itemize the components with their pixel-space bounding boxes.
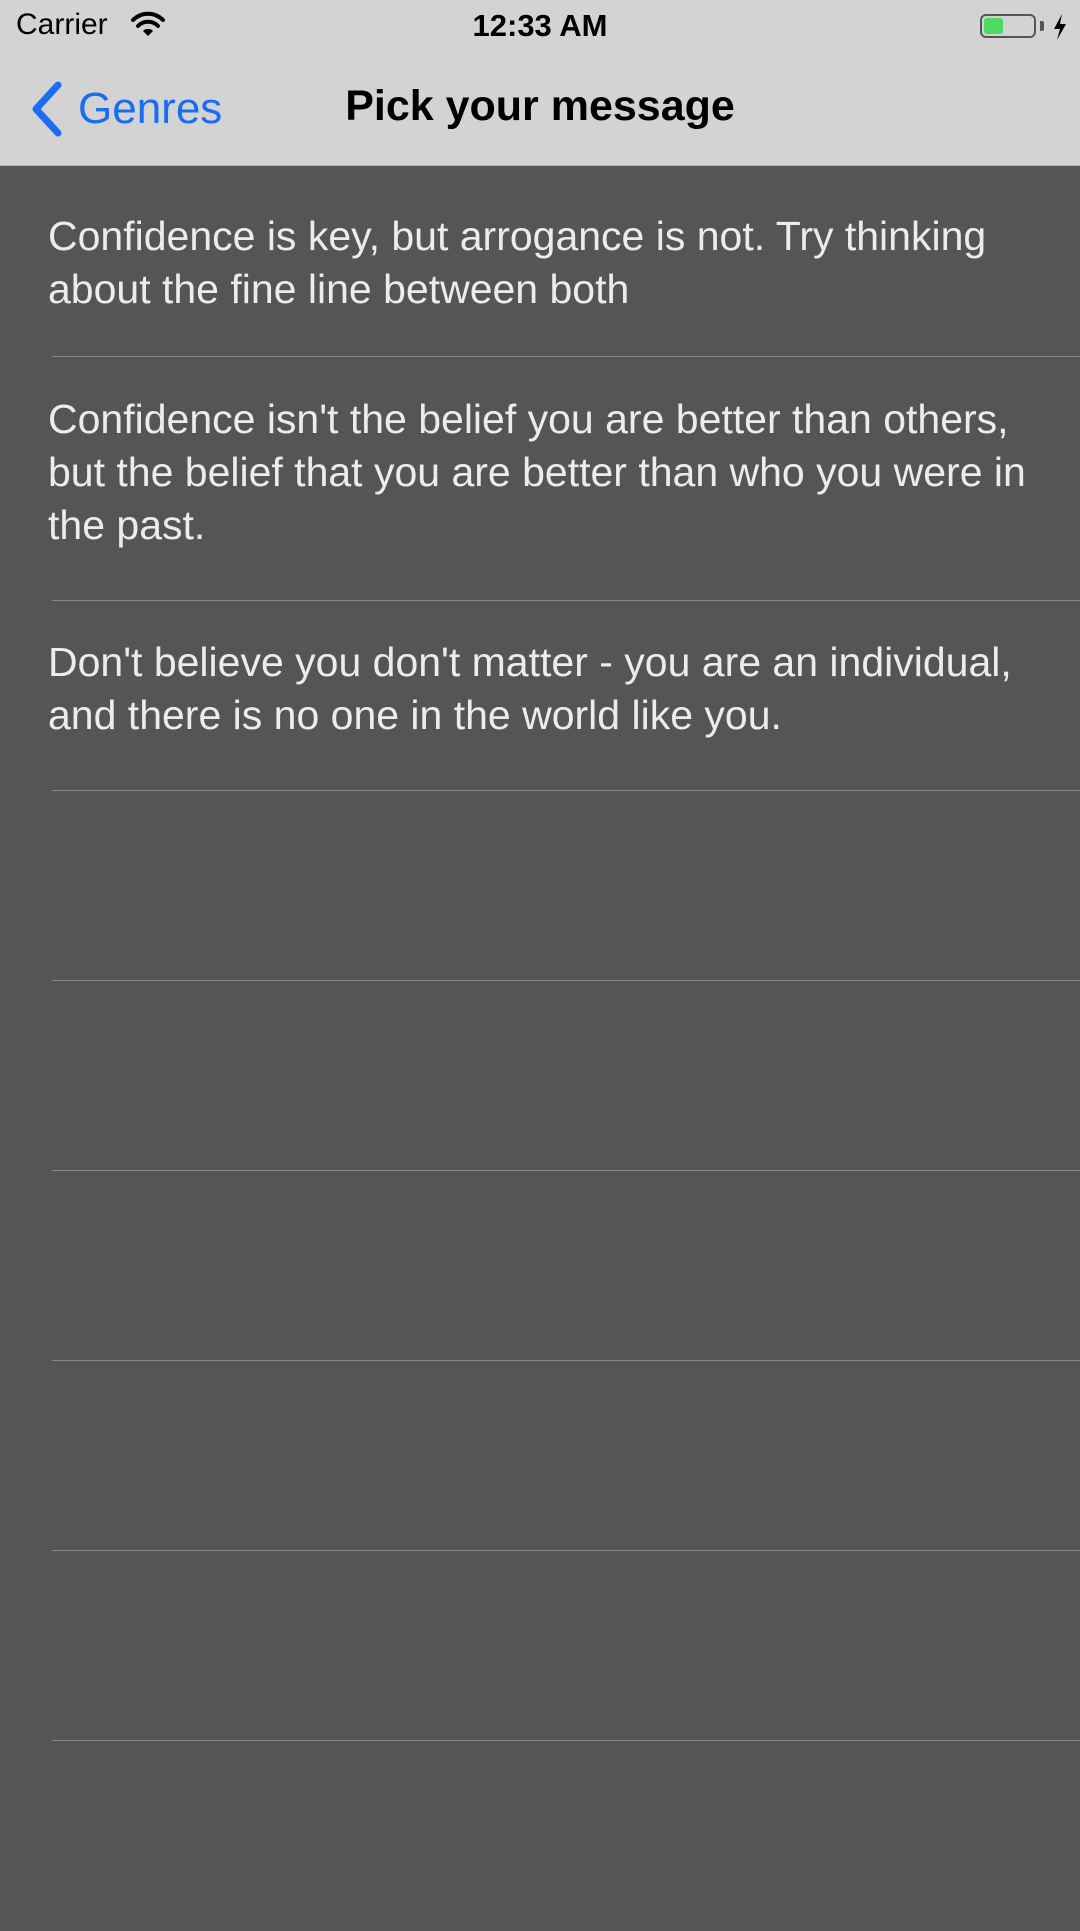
- list-item[interactable]: Confidence isn't the belief you are bett…: [0, 357, 1080, 601]
- battery-level: [984, 18, 1003, 34]
- battery-icon: [980, 14, 1036, 38]
- list-item[interactable]: [0, 1171, 1080, 1361]
- message-text: Confidence is key, but arrogance is not.…: [48, 213, 987, 312]
- message-text: Don't believe you don't matter - you are…: [48, 639, 1012, 738]
- message-text: Confidence isn't the belief you are bett…: [48, 396, 1026, 548]
- list-item[interactable]: [0, 1741, 1080, 1931]
- message-list: Confidence is key, but arrogance is not.…: [0, 166, 1080, 1931]
- list-item[interactable]: [0, 1361, 1080, 1551]
- navigation-bar: Genres Pick your message: [0, 55, 1080, 166]
- charging-bolt-icon: [1054, 14, 1066, 40]
- clock: 12:33 AM: [472, 8, 608, 43]
- list-item[interactable]: [0, 981, 1080, 1171]
- list-item[interactable]: [0, 791, 1080, 981]
- list-item[interactable]: Don't believe you don't matter - you are…: [0, 601, 1080, 791]
- page-title: Pick your message: [345, 82, 735, 130]
- list-item[interactable]: Confidence is key, but arrogance is not.…: [0, 166, 1080, 357]
- list-item[interactable]: [0, 1551, 1080, 1741]
- battery-cap: [1040, 21, 1044, 31]
- status-bar: Carrier 12:33 AM: [0, 0, 1080, 55]
